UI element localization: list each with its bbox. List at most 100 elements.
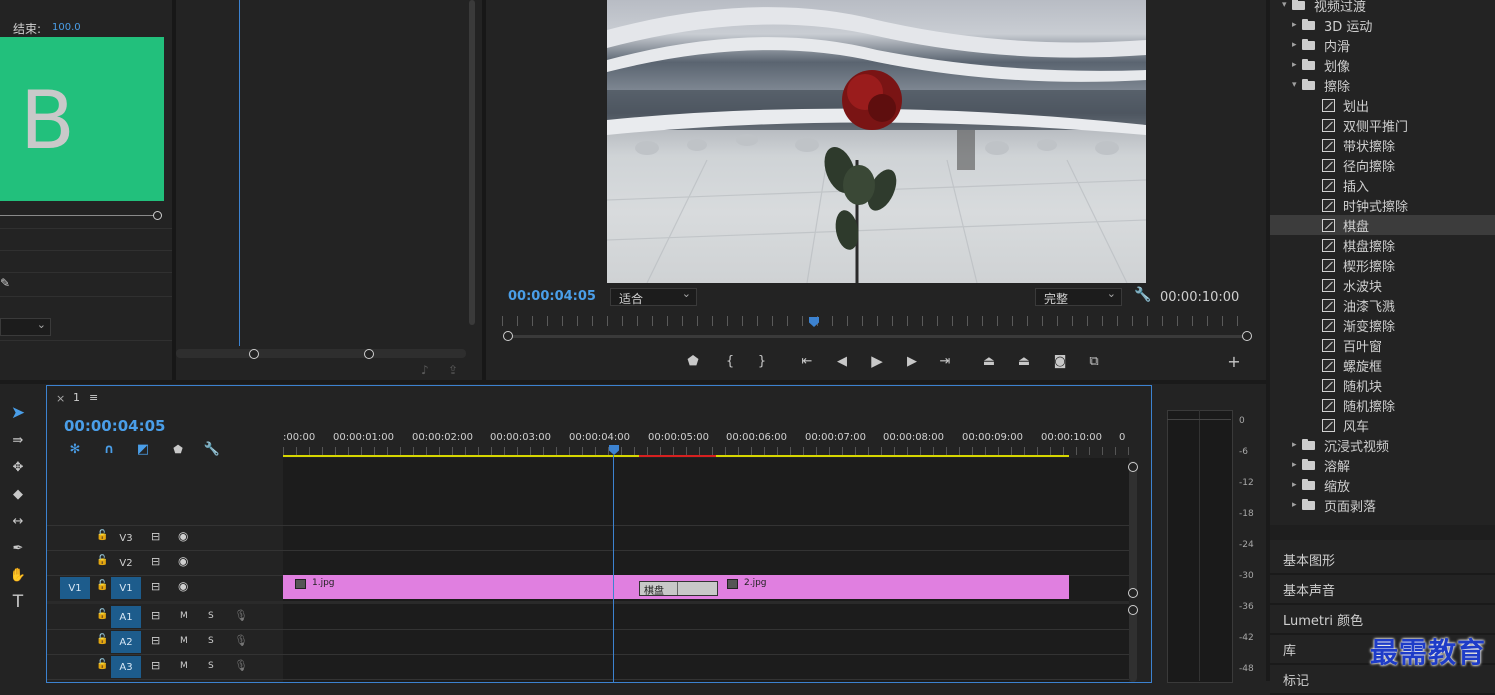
tree-effect[interactable]: 棋盘擦除 (1270, 235, 1495, 255)
wrench-icon[interactable]: 🔧 (1134, 287, 1151, 303)
export-icon[interactable]: ⇪ (448, 363, 458, 377)
sync-lock-icon[interactable]: ⊟ (151, 634, 160, 647)
microphone-icon[interactable]: 🎙 (234, 609, 248, 622)
selection-tool-icon[interactable]: ➤ (9, 403, 27, 423)
tree-effect[interactable]: 随机擦除 (1270, 395, 1495, 415)
mark-in-icon[interactable]: { (721, 352, 739, 370)
tree-effect[interactable]: 插入 (1270, 175, 1495, 195)
vertical-scrollbar[interactable] (1129, 461, 1137, 596)
add-button-icon[interactable]: + (1225, 352, 1243, 371)
end-value[interactable]: 100.0 (52, 22, 81, 33)
tree-effect[interactable]: 棋盘 (1270, 215, 1495, 235)
marker-icon[interactable]: ⬟ (684, 352, 702, 370)
tree-effect[interactable]: 百叶窗 (1270, 335, 1495, 355)
fit-select[interactable]: 适合 ⌄ (610, 287, 697, 306)
play-icon[interactable]: ▶ (868, 352, 886, 370)
track-select-tool-icon[interactable]: ⇛ (9, 431, 27, 449)
scrub-bar[interactable] (506, 335, 1248, 338)
tree-effect[interactable]: 随机块 (1270, 375, 1495, 395)
tree-folder[interactable]: ▸ 页面剥落 (1270, 495, 1495, 515)
solo-button[interactable]: S (208, 636, 214, 646)
side-panel-tab[interactable]: 基本图形 (1283, 550, 1335, 569)
vertical-scrollbar[interactable] (1129, 606, 1137, 682)
timeline-timecode[interactable]: 00:00:04:05 (64, 417, 166, 435)
tree-effect[interactable]: 楔形擦除 (1270, 255, 1495, 275)
tab-close-icon[interactable]: × (56, 392, 65, 405)
camera-icon[interactable]: ◙ (1051, 352, 1069, 370)
track-target[interactable]: A2 (111, 631, 141, 653)
dropdown[interactable]: ⌄ (0, 318, 51, 336)
solo-button[interactable]: S (208, 661, 214, 671)
tree-folder-root[interactable]: ▾ 视频过渡 (1270, 0, 1495, 15)
sync-lock-icon[interactable]: ⊟ (151, 555, 160, 568)
tree-folder[interactable]: ▸ 内滑 (1270, 35, 1495, 55)
tree-folder[interactable]: ▸ 3D 运动 (1270, 15, 1495, 35)
scrub-handle-right[interactable] (1242, 331, 1252, 341)
scroll-handle[interactable] (1128, 588, 1138, 598)
track-target[interactable]: V3 (111, 527, 141, 549)
scrub-handle-left[interactable] (503, 331, 513, 341)
tree-effect[interactable]: 油漆飞溅 (1270, 295, 1495, 315)
hand-tool-icon[interactable]: ✋ (9, 566, 27, 584)
eyedropper-icon[interactable]: ✎ (0, 276, 10, 290)
go-to-out-icon[interactable]: ⇥ (936, 352, 954, 370)
linked-selection-icon[interactable]: ∩ (100, 440, 118, 458)
vertical-scrollbar[interactable] (469, 0, 475, 325)
tree-folder[interactable]: ▸ 划像 (1270, 55, 1495, 75)
step-forward-icon[interactable]: ▶ (903, 352, 921, 370)
slip-tool-icon[interactable]: ↔ (9, 512, 27, 530)
tree-effect[interactable]: 螺旋框 (1270, 355, 1495, 375)
scroll-handle-right[interactable] (364, 349, 374, 359)
track-target[interactable]: V1 (111, 577, 141, 599)
compare-icon[interactable]: ⧉ (1085, 352, 1103, 370)
audio-icon[interactable]: ♪ (421, 363, 429, 377)
source-patch[interactable]: V1 (60, 577, 90, 599)
scroll-handle-left[interactable] (249, 349, 259, 359)
tree-folder[interactable]: ▸ 缩放 (1270, 475, 1495, 495)
zoom-scrollbar[interactable] (176, 349, 466, 358)
lock-icon[interactable]: 🔓 (96, 609, 108, 620)
track-target[interactable]: A1 (111, 606, 141, 628)
tree-effect[interactable]: 时钟式擦除 (1270, 195, 1495, 215)
slider-track[interactable] (0, 215, 154, 216)
mute-button[interactable]: M (180, 611, 188, 621)
scroll-handle[interactable] (1128, 462, 1138, 472)
tree-folder[interactable]: ▸ 沉浸式视频 (1270, 435, 1495, 455)
slider-handle[interactable] (153, 211, 162, 220)
tree-effect[interactable]: 风车 (1270, 415, 1495, 435)
lock-icon[interactable]: 🔓 (96, 555, 108, 566)
tree-folder[interactable]: ▸ 溶解 (1270, 455, 1495, 475)
extract-icon[interactable]: ⏏ (1015, 352, 1033, 370)
lock-icon[interactable]: 🔓 (96, 530, 108, 541)
type-tool-icon[interactable]: T (9, 592, 27, 612)
microphone-icon[interactable]: 🎙 (234, 659, 248, 672)
tree-effect[interactable]: 划出 (1270, 95, 1495, 115)
sync-lock-icon[interactable]: ⊟ (151, 609, 160, 622)
razor-tool-icon[interactable]: ◆ (9, 485, 27, 503)
go-to-in-icon[interactable]: ⇤ (798, 352, 816, 370)
microphone-icon[interactable]: 🎙 (234, 634, 248, 647)
track-target[interactable]: A3 (111, 656, 141, 678)
sync-lock-icon[interactable]: ⊟ (151, 530, 160, 543)
side-panel-tab[interactable]: Lumetri 颜色 (1283, 610, 1363, 629)
mark-out-icon[interactable]: } (753, 352, 771, 370)
pen-tool-icon[interactable]: ✒ (9, 539, 27, 557)
sync-lock-icon[interactable]: ⊟ (151, 659, 160, 672)
solo-button[interactable]: S (208, 611, 214, 621)
mute-button[interactable]: M (180, 661, 188, 671)
snap-icon[interactable]: ✻ (66, 440, 84, 458)
tree-effect[interactable]: 水波块 (1270, 275, 1495, 295)
eye-icon[interactable]: ◉ (178, 579, 188, 593)
transition[interactable]: 棋盘 (639, 581, 718, 597)
lock-icon[interactable]: 🔓 (96, 634, 108, 645)
side-panel-tab[interactable]: 标记 (1283, 670, 1309, 689)
scrub-ruler[interactable] (502, 316, 1246, 326)
track-target[interactable]: V2 (111, 552, 141, 574)
ripple-edit-tool-icon[interactable]: ✥ (9, 458, 27, 476)
tree-effect[interactable]: 双侧平推门 (1270, 115, 1495, 135)
tab-menu-icon[interactable]: ≡ (89, 391, 98, 404)
lock-icon[interactable]: 🔓 (96, 659, 108, 670)
scroll-handle[interactable] (1128, 605, 1138, 615)
tree-effect[interactable]: 径向擦除 (1270, 155, 1495, 175)
step-back-icon[interactable]: ◀ (833, 352, 851, 370)
